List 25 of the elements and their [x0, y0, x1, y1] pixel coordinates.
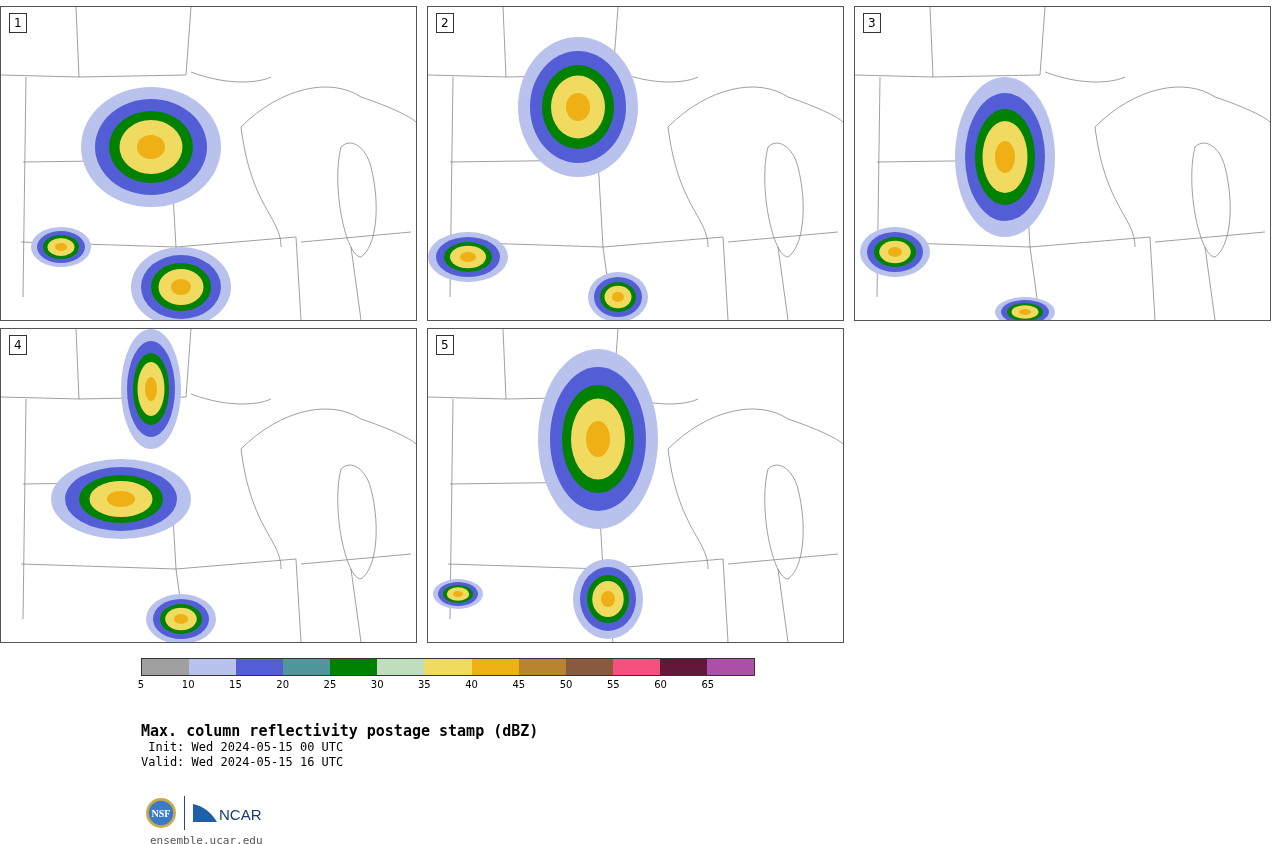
scale-tick-label: 10 — [181, 679, 195, 690]
chart-title: Max. column reflectivity postage stamp (dBZ) — [141, 722, 540, 740]
panel-number: 3 — [863, 13, 881, 33]
scale-tick-label: 15 — [229, 679, 242, 690]
panel-number: 1 — [9, 13, 27, 33]
site-url: ensemble.ucar.edu — [150, 834, 264, 844]
scale-tick-label: 65 — [701, 679, 715, 690]
swoosh-logo-icon — [193, 804, 217, 822]
scale-tick-label: 5 — [137, 679, 145, 690]
scale-tick-label: 40 — [465, 679, 478, 690]
valid-time: Valid: Wed 2024-05-15 16 UTC — [141, 755, 345, 770]
scale-tick-label: 55 — [606, 679, 620, 690]
panel-number: 4 — [9, 335, 27, 355]
scale-tick-label: 20 — [276, 679, 290, 690]
scale-tick-label: 25 — [323, 679, 337, 690]
init-time: Init: Wed 2024-05-15 00 UTC — [147, 740, 345, 755]
ncar-logo-text: NCAR — [219, 807, 262, 822]
panel-number: 2 — [436, 13, 454, 33]
scale-tick-label: 30 — [370, 679, 384, 690]
panel-number: 5 — [436, 335, 454, 355]
scale-tick-label: 50 — [559, 679, 573, 690]
scale-tick-label: 45 — [512, 679, 526, 690]
seal-logo: NSF — [146, 798, 176, 828]
scale-tick-label: 60 — [654, 679, 667, 690]
scale-tick-label: 35 — [418, 679, 431, 690]
